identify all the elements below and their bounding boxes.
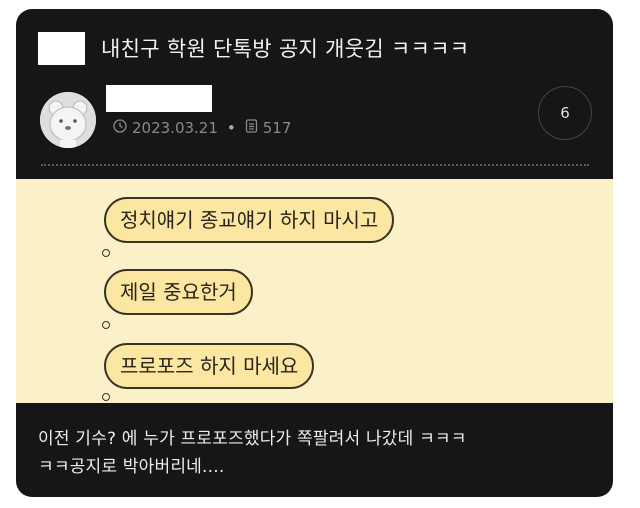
bear-avatar-icon bbox=[40, 92, 96, 148]
chat-bubble: 제일 중요한거 bbox=[104, 269, 253, 315]
redacted-author-name bbox=[106, 85, 212, 112]
chat-screenshot: 정치얘기 종교얘기 하지 마시고 제일 중요한거 프로포즈 하지 마세요 bbox=[16, 179, 613, 403]
comment-count-button[interactable]: 6 bbox=[538, 86, 592, 140]
chat-message: 정치얘기 종교얘기 하지 마시고 bbox=[120, 208, 379, 232]
bubble-tail bbox=[102, 249, 110, 257]
bubble-tail bbox=[102, 321, 110, 329]
chat-bubble: 프로포즈 하지 마세요 bbox=[104, 343, 315, 389]
chat-message: 프로포즈 하지 마세요 bbox=[120, 354, 299, 378]
post-card: 내친구 학원 단톡방 공지 개웃김 ㅋㅋㅋㅋ 2023.03.21 • 517 … bbox=[16, 9, 613, 497]
post-body-line: 이전 기수? 에 누가 프로포즈했다가 쪽팔려서 나갔데 ㅋㅋㅋ bbox=[38, 429, 467, 449]
post-meta: 2023.03.21 • 517 bbox=[113, 118, 291, 138]
author-avatar[interactable] bbox=[40, 92, 96, 148]
post-body: 이전 기수? 에 누가 프로포즈했다가 쪽팔려서 나갔데 ㅋㅋㅋ ㅋㅋ공지로 박… bbox=[38, 425, 598, 481]
divider bbox=[41, 164, 589, 166]
post-body-line: ㅋㅋ공지로 박아버리네.... bbox=[38, 457, 225, 477]
bubble-tail bbox=[102, 393, 110, 401]
document-icon bbox=[245, 118, 258, 138]
view-count: 517 bbox=[262, 119, 292, 137]
comment-count: 6 bbox=[560, 104, 570, 122]
chat-message: 제일 중요한거 bbox=[120, 280, 237, 304]
chat-bubble: 정치얘기 종교얘기 하지 마시고 bbox=[104, 197, 395, 243]
meta-separator: • bbox=[226, 119, 236, 137]
redacted-board-tag bbox=[38, 32, 85, 65]
post-date: 2023.03.21 bbox=[132, 119, 218, 137]
clock-icon bbox=[113, 118, 127, 138]
post-title[interactable]: 내친구 학원 단톡방 공지 개웃김 ㅋㅋㅋㅋ bbox=[101, 34, 469, 64]
